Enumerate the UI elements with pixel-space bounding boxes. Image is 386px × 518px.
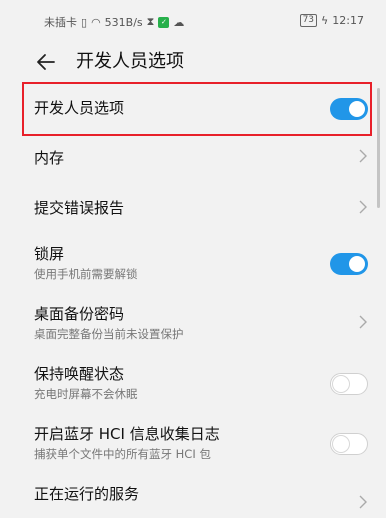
settings-list: 开发人员选项 内存 提交错误报告 锁屏 使用手机前需要解锁 桌面备份密码 桌面完… <box>0 86 386 518</box>
row-bluetooth-hci-log[interactable]: 开启蓝牙 HCI 信息收集日志 捕获单个文件中的所有蓝牙 HCI 包 <box>0 414 386 474</box>
hourglass-icon: ⧗ <box>146 15 155 28</box>
status-right: 73 ϟ 12:17 <box>299 14 364 27</box>
app-notification-icon: ✓ <box>158 16 170 28</box>
row-developer-options[interactable]: 开发人员选项 <box>0 86 386 132</box>
sim-icon: ▯ <box>81 15 88 29</box>
wifi-icon: ◠ <box>91 15 101 29</box>
scrollbar[interactable] <box>377 88 380 208</box>
row-title: 内存 <box>34 149 65 167</box>
lock-screen-toggle[interactable] <box>330 253 368 275</box>
row-bug-report[interactable]: 提交错误报告 <box>0 184 386 234</box>
row-stay-awake[interactable]: 保持唤醒状态 充电时屏幕不会休眠 <box>0 354 386 414</box>
back-arrow-icon[interactable] <box>34 50 58 74</box>
status-bar: 未插卡 ▯ ◠ 531B/s ⧗ ✓ ☁ 73 ϟ 12:17 <box>0 0 386 40</box>
row-title: 锁屏 <box>34 245 65 263</box>
clock: 12:17 <box>332 14 364 27</box>
chevron-right-icon <box>359 495 367 509</box>
stay-awake-toggle[interactable] <box>330 373 368 395</box>
battery-indicator: 73 <box>299 14 318 27</box>
net-speed: 531B/s <box>104 15 143 29</box>
header: 开发人员选项 <box>0 40 386 86</box>
page-title: 开发人员选项 <box>76 51 184 72</box>
bluetooth-hci-log-toggle[interactable] <box>330 433 368 455</box>
chevron-right-icon <box>359 149 367 163</box>
row-lock-screen[interactable]: 锁屏 使用手机前需要解锁 <box>0 234 386 294</box>
charging-icon: ϟ <box>321 14 329 27</box>
row-title: 保持唤醒状态 <box>34 365 125 383</box>
row-subtitle: 捕获单个文件中的所有蓝牙 HCI 包 <box>34 447 211 461</box>
cloud-icon: ☁ <box>173 15 185 29</box>
row-backup-password[interactable]: 桌面备份密码 桌面完整备份当前未设置保护 <box>0 294 386 354</box>
row-title: 桌面备份密码 <box>34 305 125 323</box>
row-title: 正在运行的服务 <box>34 485 140 503</box>
row-subtitle: 桌面完整备份当前未设置保护 <box>34 327 184 341</box>
status-left: 未插卡 ▯ ◠ 531B/s ⧗ ✓ ☁ <box>44 14 184 30</box>
row-running-services[interactable]: 正在运行的服务 <box>0 474 386 518</box>
row-title: 开发人员选项 <box>34 99 125 117</box>
row-title: 提交错误报告 <box>34 199 125 217</box>
sim-status: 未插卡 <box>44 16 77 29</box>
chevron-right-icon <box>359 315 367 329</box>
developer-options-toggle[interactable] <box>330 98 368 120</box>
row-subtitle: 使用手机前需要解锁 <box>34 267 138 281</box>
row-title: 开启蓝牙 HCI 信息收集日志 <box>34 425 220 443</box>
chevron-right-icon <box>359 200 367 214</box>
row-subtitle: 充电时屏幕不会休眠 <box>34 387 138 401</box>
row-memory[interactable]: 内存 <box>0 132 386 184</box>
